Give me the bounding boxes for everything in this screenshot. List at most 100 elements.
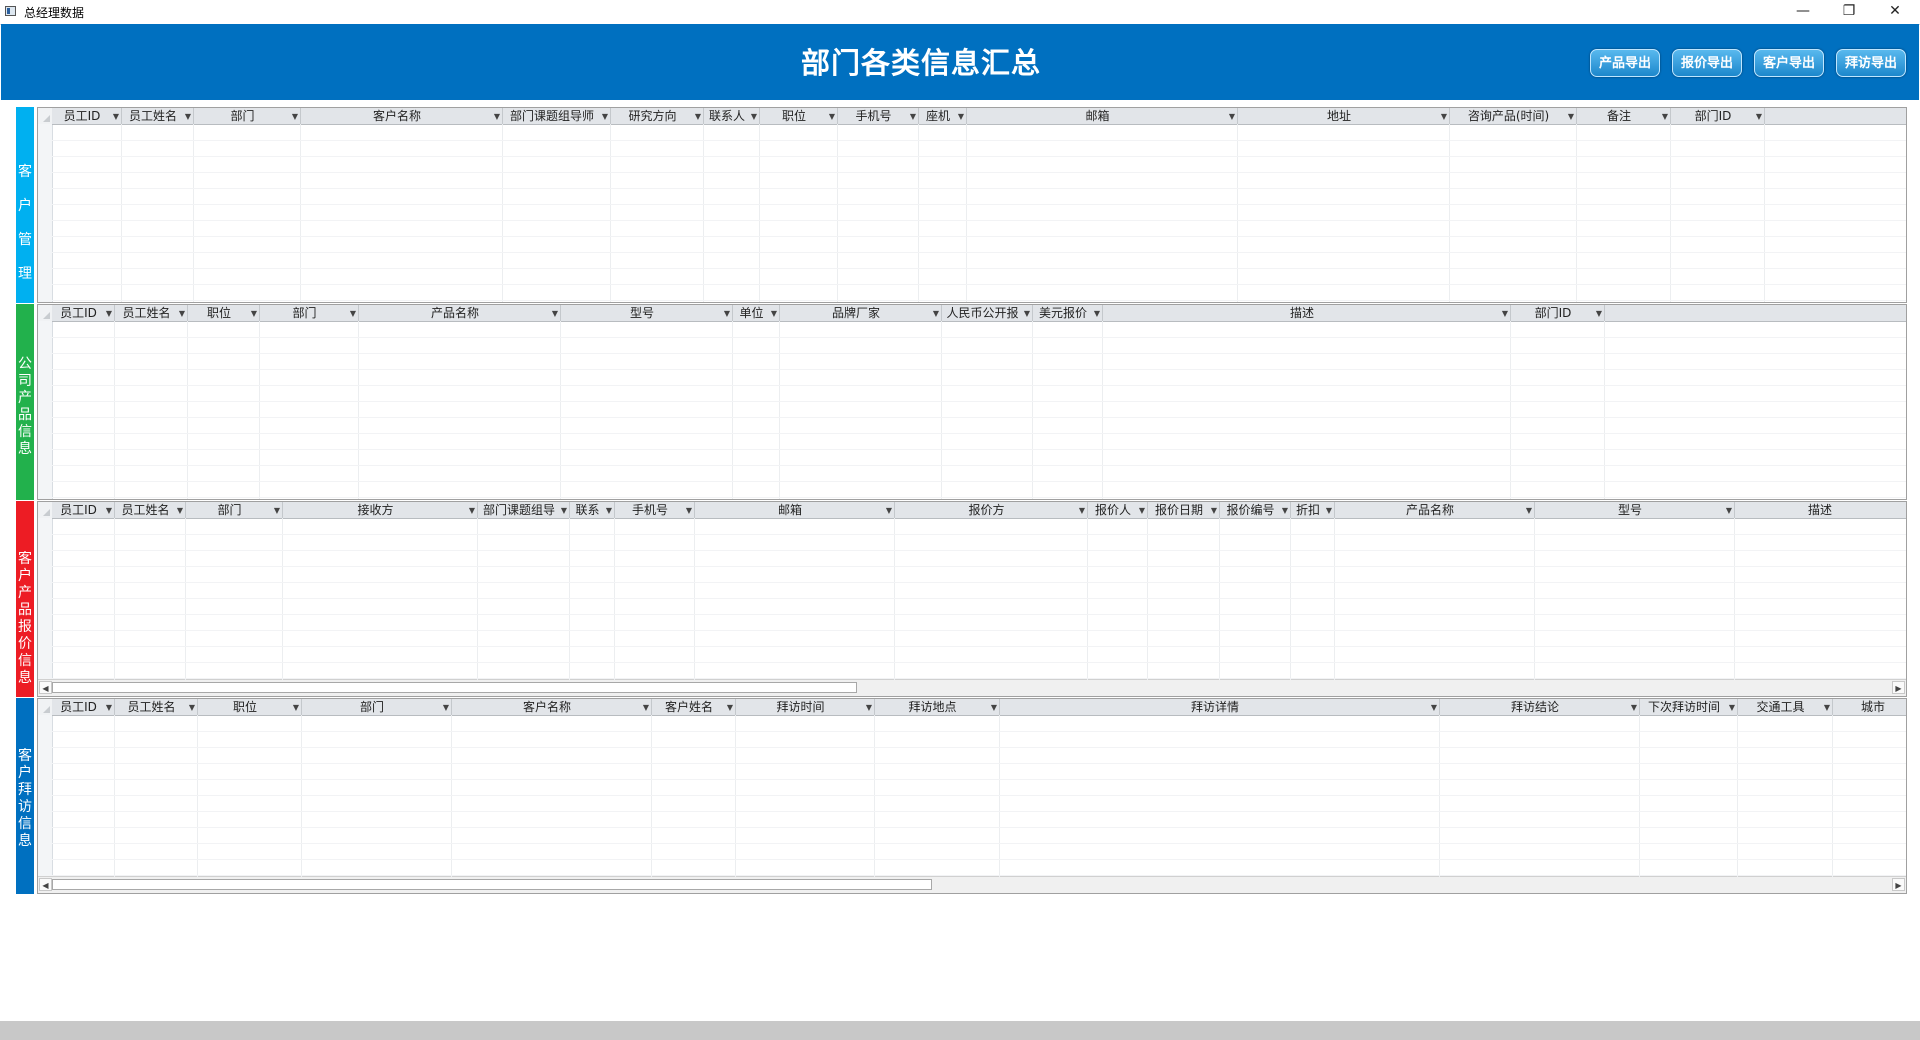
column-header[interactable]: 接收方 ▼ (283, 502, 478, 518)
visit-export-button[interactable]: 拜访导出 (1836, 49, 1906, 77)
scroll-left-arrow-icon[interactable]: ◀ (39, 878, 52, 891)
grid-column-line (894, 518, 895, 680)
select-all-corner[interactable] (38, 108, 53, 124)
column-header[interactable]: 联系人 ▼ (704, 108, 760, 124)
column-header[interactable]: 职位 ▼ (198, 699, 302, 715)
column-header[interactable]: 座机 ▼ (919, 108, 967, 124)
column-header[interactable]: 报价方 ▼ (895, 502, 1088, 518)
customer-management-grid[interactable]: 员工ID ▼ 员工姓名 ▼ 部门 ▼ 客户名称 ▼ 部门课题组导师 ▼ 研究方向 ▼ 联系人… (37, 107, 1907, 303)
column-header[interactable]: 折扣 ▼ (1291, 502, 1335, 518)
column-header[interactable]: 部门 ▼ (194, 108, 301, 124)
customer-visit-tab[interactable]: 客户拜访信息 (16, 698, 34, 894)
restore-button[interactable]: ❐ (1826, 0, 1872, 24)
column-header[interactable]: 邮箱 ▼ (967, 108, 1238, 124)
column-header[interactable]: 员工姓名 ▼ (115, 502, 186, 518)
scroll-left-arrow-icon[interactable]: ◀ (39, 681, 52, 694)
column-header[interactable]: 拜访时间 ▼ (736, 699, 875, 715)
column-header[interactable]: 员工ID ▼ (52, 305, 115, 321)
grid-row-line (52, 465, 1906, 466)
quote-export-button[interactable]: 报价导出 (1672, 49, 1742, 77)
column-header[interactable]: 咨询产品(时间) ▼ (1450, 108, 1577, 124)
scroll-right-arrow-icon[interactable]: ▶ (1892, 681, 1905, 694)
column-header[interactable]: 拜访结论 ▼ (1440, 699, 1640, 715)
column-header[interactable]: 部门课题组导师 ▼ (503, 108, 611, 124)
column-header[interactable]: 备注 ▼ (1577, 108, 1671, 124)
column-header[interactable]: 员工ID ▼ (52, 502, 115, 518)
column-header[interactable]: 部门课题组导 ▼ (478, 502, 570, 518)
column-header[interactable]: 部门 ▼ (186, 502, 283, 518)
grid-row-line (52, 284, 1906, 285)
row-header-column (38, 321, 53, 499)
column-header[interactable]: 研究方向 ▼ (611, 108, 704, 124)
minimize-button[interactable]: — (1780, 0, 1826, 24)
column-header[interactable]: 员工姓名 ▼ (122, 108, 194, 124)
column-header[interactable]: 地址 ▼ (1238, 108, 1450, 124)
grid-column-line (502, 124, 503, 302)
column-header[interactable]: 拜访详情 ▼ (1000, 699, 1440, 715)
column-header[interactable]: 员工姓名 ▼ (115, 305, 188, 321)
column-header[interactable]: 邮箱 ▼ (695, 502, 895, 518)
select-all-corner[interactable] (38, 699, 53, 715)
customer-management-tab[interactable]: 客户管理信息 (16, 107, 34, 303)
column-header[interactable]: 产品名称 ▼ (1335, 502, 1535, 518)
customer-management-panel: 客户管理信息 员工ID▼ 员工姓名▼ 部门▼ 客户名称▼ 部门课题组导师▼ 研究… (16, 107, 1907, 303)
customer-quote-tab[interactable]: 客户产品报价信息 (16, 501, 34, 697)
column-header[interactable]: 部门ID ▼ (1511, 305, 1605, 321)
scroll-thumb[interactable] (52, 682, 857, 693)
customer-quote-grid[interactable]: 员工ID ▼ 员工姓名 ▼ 部门 ▼ 接收方 ▼ 部门课题组导 ▼ 联系 ▼ 手机号 ▼ 邮箱… (37, 501, 1907, 697)
column-header[interactable]: 描述 ▼ (1103, 305, 1511, 321)
horizontal-scrollbar[interactable]: ◀ ▶ (38, 876, 1906, 893)
column-header[interactable]: 报价人 ▼ (1088, 502, 1148, 518)
column-header[interactable]: 型号 ▼ (561, 305, 733, 321)
column-header[interactable]: 部门ID ▼ (1671, 108, 1765, 124)
customer-visit-grid[interactable]: 员工ID ▼ 员工姓名 ▼ 职位 ▼ 部门 ▼ 客户名称 ▼ 客户姓名 ▼ 拜访时间 ▼ 拜访… (37, 698, 1907, 894)
column-header[interactable]: 单位 ▼ (733, 305, 780, 321)
column-header[interactable]: 下次拜访时间 ▼ (1640, 699, 1738, 715)
column-header[interactable]: 城市 (1833, 699, 1906, 715)
column-header[interactable]: 美元报价 ▼ (1033, 305, 1103, 321)
column-header[interactable]: 品牌厂家 ▼ (780, 305, 942, 321)
column-header[interactable]: 拜访地点 ▼ (875, 699, 1000, 715)
scroll-thumb[interactable] (52, 879, 932, 890)
column-header[interactable]: 职位 ▼ (760, 108, 838, 124)
column-header[interactable]: 报价编号 ▼ (1220, 502, 1291, 518)
column-header[interactable]: 产品名称 ▼ (359, 305, 561, 321)
scroll-right-arrow-icon[interactable]: ▶ (1892, 878, 1905, 891)
grid-row-line (52, 630, 1906, 631)
column-header[interactable]: 手机号 ▼ (615, 502, 695, 518)
select-all-corner[interactable] (38, 305, 53, 321)
column-header[interactable]: 职位 ▼ (188, 305, 260, 321)
column-header[interactable]: 客户名称 ▼ (301, 108, 503, 124)
row-header-column (38, 124, 53, 302)
column-header[interactable]: 描述 (1735, 502, 1906, 518)
company-product-grid[interactable]: 员工ID ▼ 员工姓名 ▼ 职位 ▼ 部门 ▼ 产品名称 ▼ 型号 ▼ 单位 ▼ 品牌厂家 ▼ … (37, 304, 1907, 500)
grid-row-line (52, 481, 1906, 482)
column-header[interactable]: 员工ID ▼ (52, 108, 122, 124)
select-all-corner[interactable] (38, 502, 53, 518)
horizontal-scrollbar[interactable]: ◀ ▶ (38, 679, 1906, 696)
column-header[interactable]: 型号 ▼ (1535, 502, 1735, 518)
column-header[interactable]: 手机号 ▼ (838, 108, 919, 124)
grid-column-line (1534, 518, 1535, 680)
grid-column-line (114, 321, 115, 499)
column-header[interactable]: 员工ID ▼ (52, 699, 115, 715)
grid-column-line (941, 321, 942, 499)
column-header[interactable]: 客户姓名 ▼ (652, 699, 736, 715)
column-header[interactable]: 员工姓名 ▼ (115, 699, 198, 715)
grid-row-line (52, 795, 1906, 796)
column-header[interactable]: 部门 ▼ (260, 305, 359, 321)
grid-row-line (52, 337, 1906, 338)
company-product-tab-label: 公司产品信息 (18, 356, 32, 457)
column-header[interactable]: 人民币公开报 ▼ (942, 305, 1033, 321)
customer-export-button[interactable]: 客户导出 (1754, 49, 1824, 77)
close-button[interactable]: ✕ (1872, 0, 1918, 24)
column-header[interactable]: 联系 ▼ (570, 502, 615, 518)
column-header[interactable]: 部门 ▼ (302, 699, 452, 715)
column-header[interactable]: 交通工具 ▼ (1738, 699, 1833, 715)
product-export-button[interactable]: 产品导出 (1590, 49, 1660, 77)
column-header[interactable]: 报价日期 ▼ (1148, 502, 1220, 518)
column-header[interactable]: 客户名称 ▼ (452, 699, 652, 715)
company-product-tab[interactable]: 公司产品信息 (16, 304, 34, 500)
grid-column-line (610, 124, 611, 302)
grid-row-line (52, 827, 1906, 828)
